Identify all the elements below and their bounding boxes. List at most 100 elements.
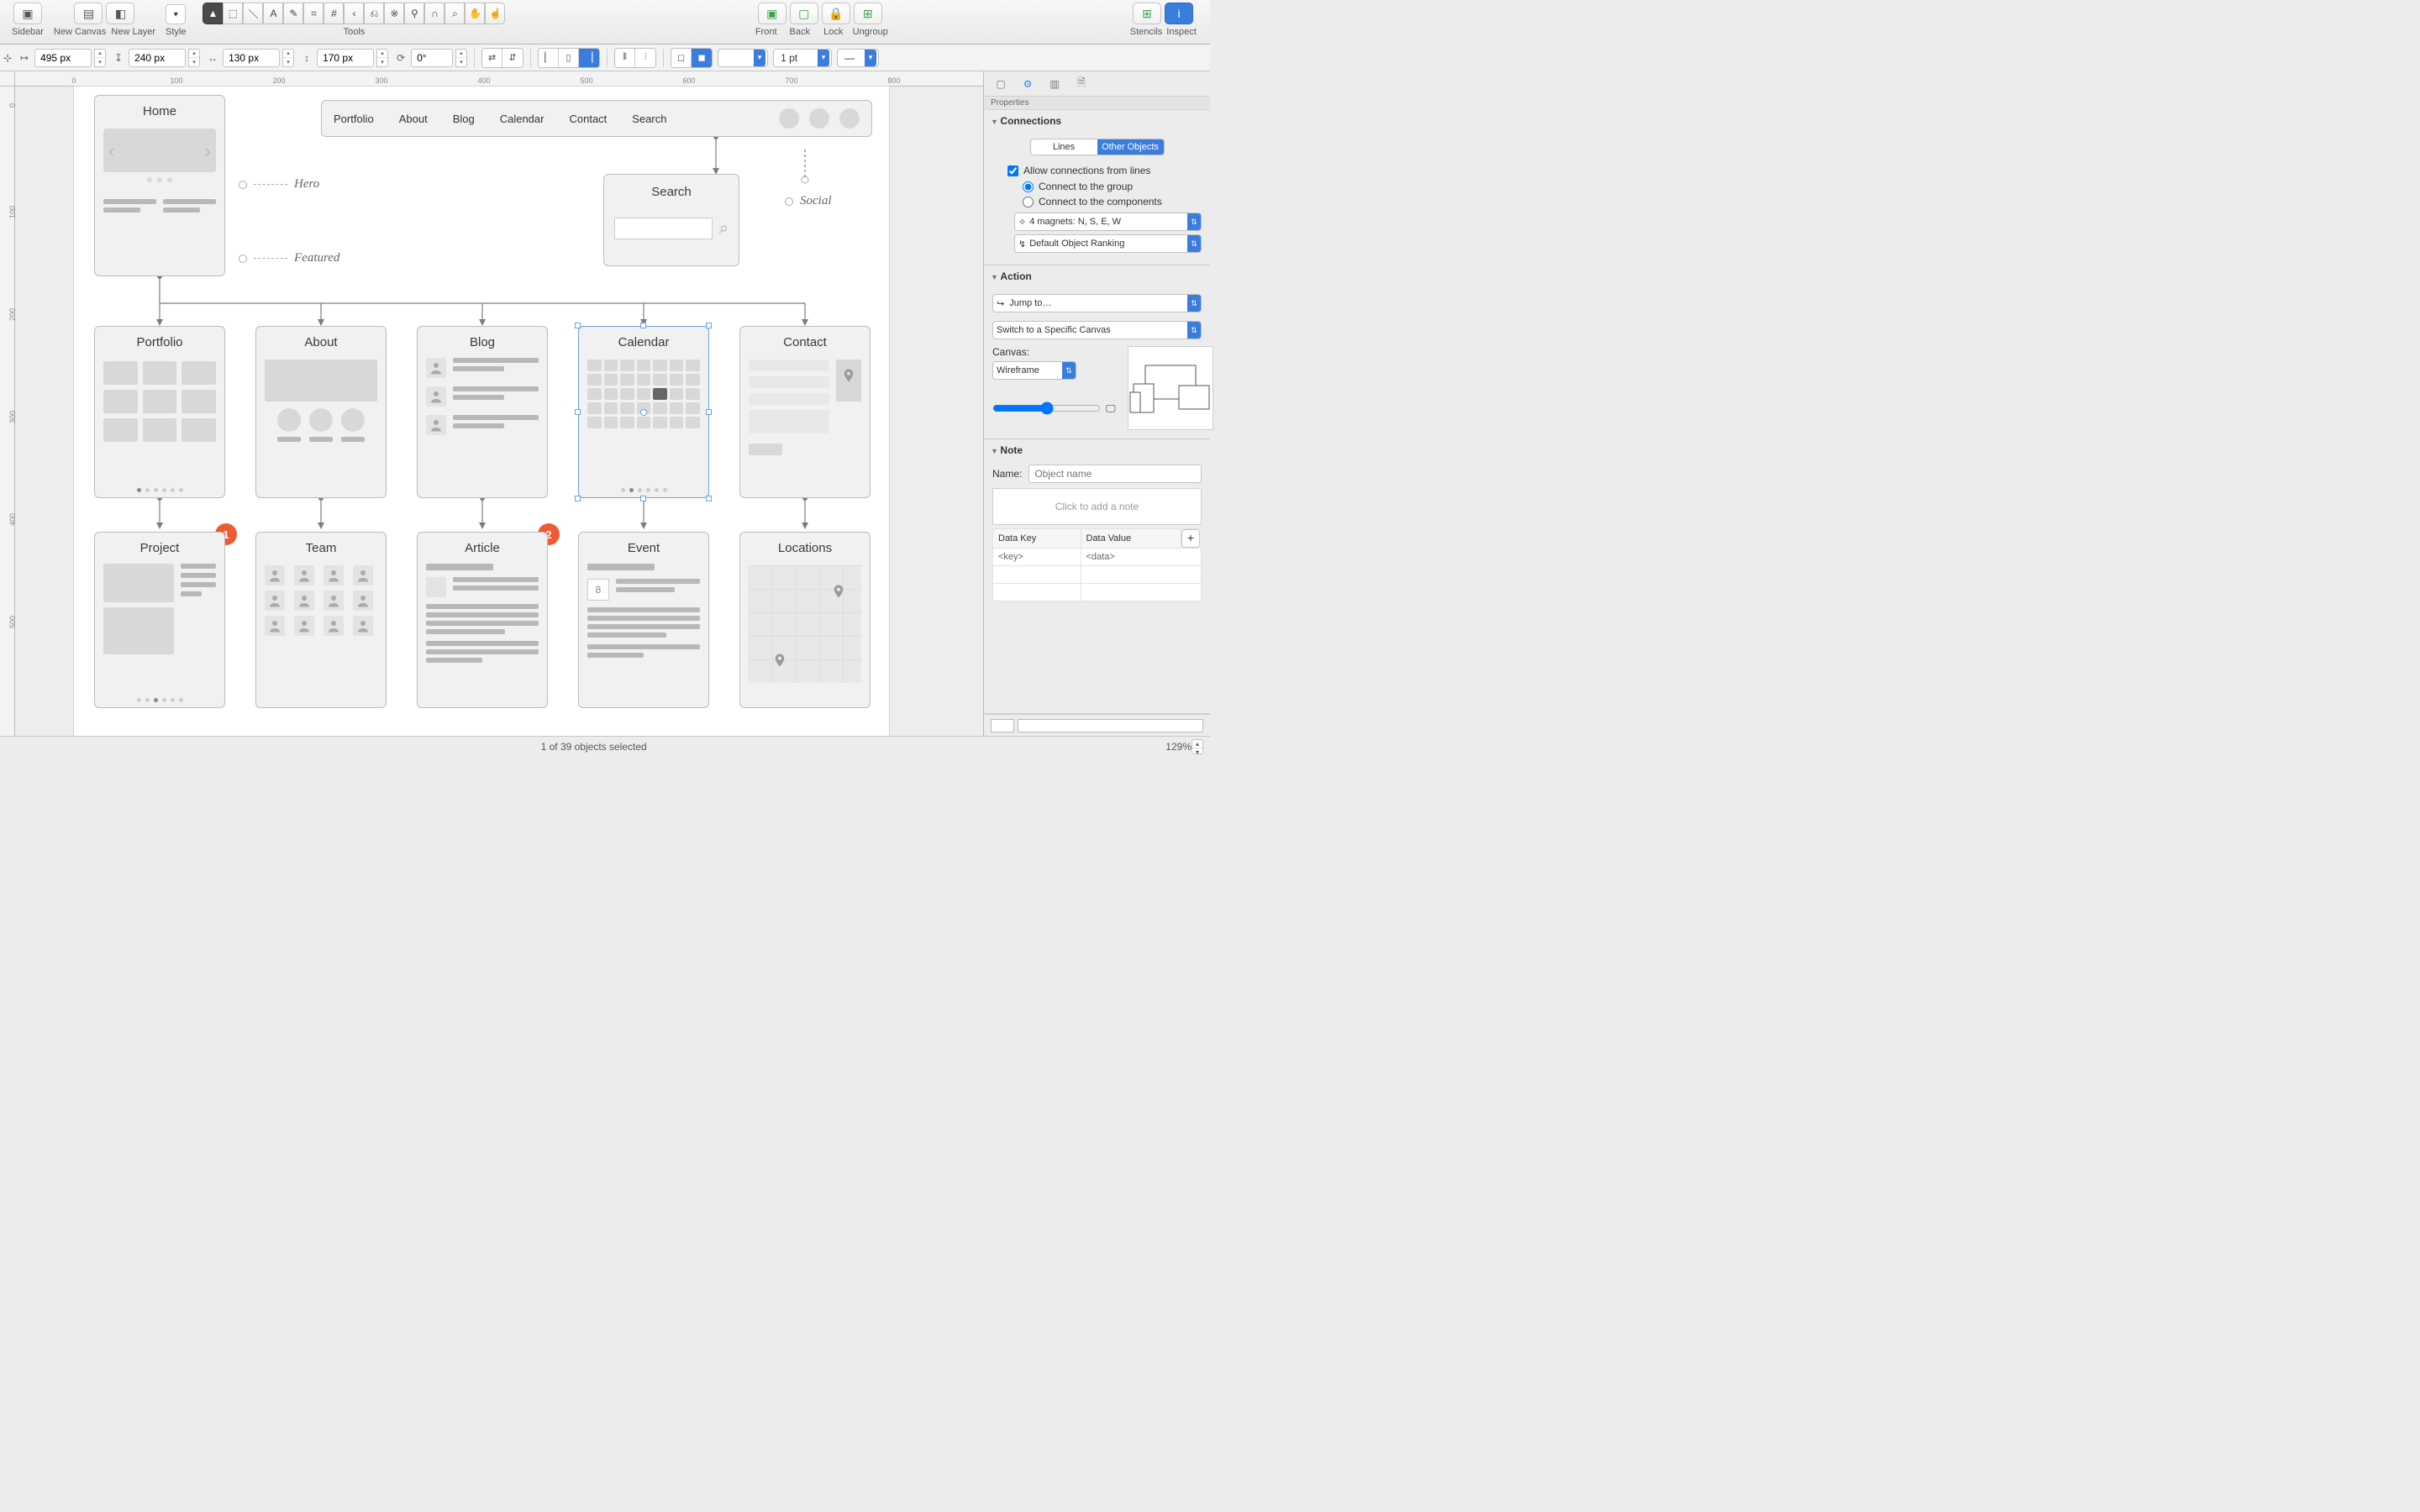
align-left-button[interactable]: ▏ — [539, 49, 559, 67]
flip-v-button[interactable]: ⇵ — [502, 49, 523, 67]
ungroup-button[interactable]: ⊞ — [854, 3, 882, 24]
card-home[interactable]: Home ‹ › — [94, 95, 225, 276]
rubber-tool[interactable]: ∩ — [424, 3, 445, 24]
note-textarea[interactable]: Click to add a note — [992, 488, 1202, 525]
diagram-tool[interactable]: ⌗ — [303, 3, 324, 24]
search-field[interactable] — [614, 218, 713, 239]
line-tool[interactable]: ＼ — [243, 3, 263, 24]
h-input[interactable] — [317, 49, 374, 67]
connect-tool[interactable]: ⎌ — [364, 3, 384, 24]
social-icon[interactable] — [839, 108, 860, 129]
stroke-style-select[interactable]: — — [837, 49, 879, 67]
h-stepper[interactable]: ▴▾ — [376, 49, 388, 67]
inspect-button[interactable]: i — [1165, 3, 1193, 24]
pen-tool[interactable]: ✎ — [283, 3, 303, 24]
align-right-button[interactable]: ▕ — [579, 49, 599, 67]
note-section-title[interactable]: Note — [984, 439, 1210, 461]
magnet-tool[interactable]: ⚲ — [404, 3, 424, 24]
canvas-select[interactable]: Wireframe — [992, 361, 1076, 380]
connect-components-radio[interactable]: Connect to the components — [992, 194, 1202, 209]
object-name-input[interactable] — [1028, 465, 1202, 483]
selection-center[interactable] — [640, 409, 647, 416]
sidebar-toggle-button[interactable]: ▣ — [13, 3, 42, 24]
nav-item[interactable]: Portfolio — [334, 113, 374, 125]
connect-group-radio[interactable]: Connect to the group — [992, 179, 1202, 194]
rotation-input[interactable] — [411, 49, 453, 67]
inspector-tab-canvas[interactable]: ▥ — [1046, 76, 1063, 92]
stencils-button[interactable]: ⊞ — [1133, 3, 1161, 24]
dist-h-button[interactable]: ⫴ — [615, 49, 635, 67]
inspector-tab-object[interactable]: ▢ — [992, 76, 1009, 92]
nav-item[interactable]: Contact — [569, 113, 607, 125]
card-contact[interactable]: Contact — [739, 326, 871, 498]
selection-handle[interactable] — [706, 496, 712, 501]
allow-connections-checkbox[interactable]: Allow connections from lines — [992, 162, 1202, 179]
nav-bar[interactable]: Portfolio About Blog Calendar Contact Se… — [321, 100, 872, 137]
style-dropdown-button[interactable]: ▾ — [166, 4, 186, 24]
action-target-select[interactable]: Switch to a Specific Canvas — [992, 321, 1202, 339]
y-stepper[interactable]: ▴▾ — [188, 49, 200, 67]
stamp-tool[interactable]: ※ — [384, 3, 404, 24]
inspector-tab-document[interactable]: 🗎 — [1073, 76, 1090, 92]
card-about[interactable]: About — [255, 326, 387, 498]
dist-v-button[interactable]: ⫶ — [635, 49, 655, 67]
hand-tool[interactable]: ✋ — [465, 3, 485, 24]
flip-h-button[interactable]: ⇄ — [482, 49, 502, 67]
rotation-stepper[interactable]: ▴▾ — [455, 49, 467, 67]
canvas-area[interactable]: 01002003004005006007008009001000 0100200… — [0, 71, 983, 736]
card-blog[interactable]: Blog — [417, 326, 548, 498]
add-data-row-button[interactable]: + — [1181, 529, 1200, 548]
canvas-slider[interactable] — [992, 402, 1101, 415]
social-icon[interactable] — [809, 108, 829, 129]
search-popover[interactable]: Search ⌕ — [603, 174, 739, 266]
canvas-thumbnail[interactable] — [1128, 346, 1213, 430]
new-canvas-button[interactable]: ▤ — [74, 3, 103, 24]
selection-handle[interactable] — [575, 409, 581, 415]
nav-item[interactable]: About — [399, 113, 428, 125]
action-type-select[interactable]: ↪Jump to… — [992, 294, 1202, 312]
nav-item[interactable]: Calendar — [500, 113, 544, 125]
fill-swatch[interactable] — [991, 719, 1014, 732]
other-objects-tab[interactable]: Other Objects — [1097, 139, 1164, 155]
selection-handle[interactable] — [575, 496, 581, 501]
card-article[interactable]: Article — [417, 532, 548, 708]
bring-front-button[interactable]: ▣ — [758, 3, 786, 24]
selection-tool[interactable]: ▲ — [203, 3, 223, 24]
nav-item[interactable]: Blog — [453, 113, 475, 125]
w-input[interactable] — [223, 49, 280, 67]
card-event[interactable]: Event 8 — [578, 532, 709, 708]
inspector-tab-properties[interactable]: ⚙ — [1019, 76, 1036, 92]
selection-handle[interactable] — [640, 323, 646, 328]
point-tool[interactable]: ‹ — [344, 3, 364, 24]
nav-item[interactable]: Search — [632, 113, 666, 125]
ranking-select[interactable]: ↯Default Object Ranking — [1014, 234, 1202, 253]
fill-button[interactable]: ◼ — [692, 49, 712, 67]
send-back-button[interactable]: ▢ — [790, 3, 818, 24]
selection-handle[interactable] — [706, 409, 712, 415]
x-input[interactable] — [34, 49, 92, 67]
align-center-button[interactable]: ▯ — [559, 49, 579, 67]
crop-tool[interactable]: # — [324, 3, 344, 24]
card-project[interactable]: Project — [94, 532, 225, 708]
action-section-title[interactable]: Action — [984, 265, 1210, 287]
zoom-tool[interactable]: ⌕ — [445, 3, 465, 24]
lock-button[interactable]: 🔒 — [822, 3, 850, 24]
selection-handle[interactable] — [575, 323, 581, 328]
browse-tool[interactable]: ☝ — [485, 3, 505, 24]
new-layer-button[interactable]: ◧ — [106, 3, 134, 24]
card-locations[interactable]: Locations — [739, 532, 871, 708]
card-portfolio[interactable]: Portfolio — [94, 326, 225, 498]
data-key-cell[interactable]: <key> — [993, 549, 1081, 566]
search-icon[interactable]: ⌕ — [719, 219, 729, 239]
y-input[interactable] — [129, 49, 186, 67]
fill-color-select[interactable] — [718, 49, 768, 67]
zoom-stepper[interactable]: ▴▾ — [1192, 739, 1203, 754]
w-stepper[interactable]: ▴▾ — [282, 49, 294, 67]
no-fill-button[interactable]: ◻ — [671, 49, 692, 67]
text-tool[interactable]: A — [263, 3, 283, 24]
connections-section-title[interactable]: Connections — [984, 110, 1210, 132]
magnets-select[interactable]: ✧4 magnets: N, S, E, W — [1014, 213, 1202, 231]
stroke-swatch[interactable] — [1018, 719, 1203, 732]
card-team[interactable]: Team — [255, 532, 387, 708]
social-icon[interactable] — [779, 108, 799, 129]
